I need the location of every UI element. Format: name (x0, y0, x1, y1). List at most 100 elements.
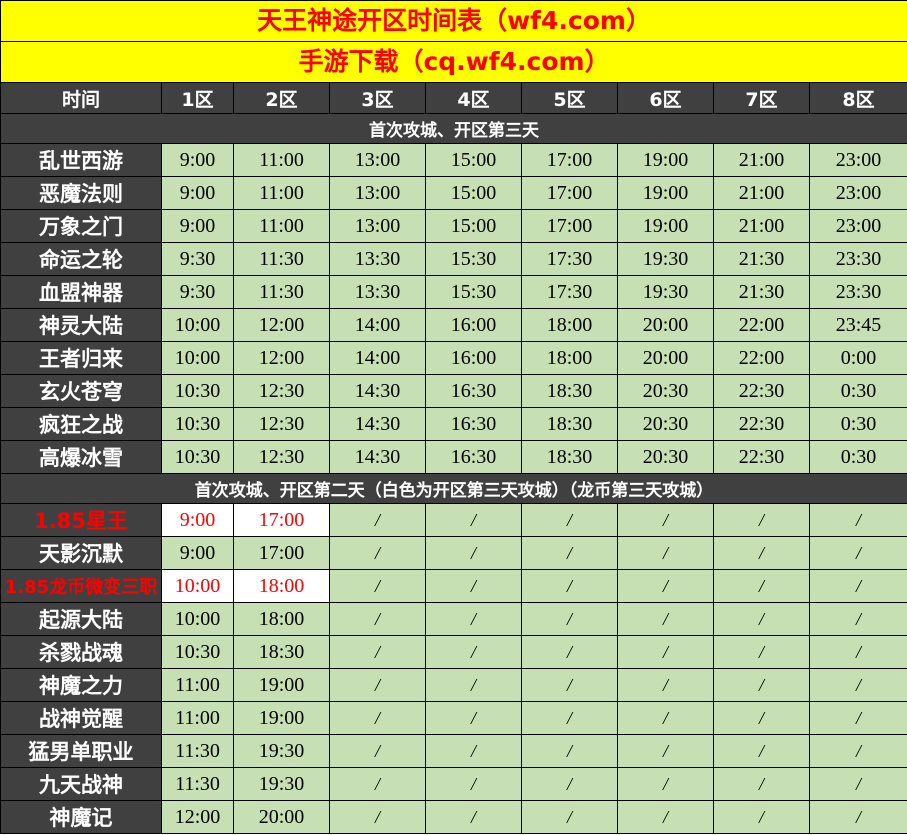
time-cell: 20:30 (617, 407, 714, 441)
time-cell: 12:00 (161, 800, 234, 834)
time-cell: / (617, 503, 714, 537)
time-cell: / (713, 635, 810, 669)
time-cell: 11:30 (161, 734, 234, 768)
time-cell: 0:30 (808, 407, 907, 441)
server-name: 高爆冰雪 (0, 440, 162, 474)
time-cell: 18:00 (233, 569, 330, 603)
time-cell: / (521, 536, 618, 570)
time-cell: / (617, 767, 714, 801)
time-cell: 11:00 (161, 701, 234, 735)
time-cell: / (329, 602, 426, 636)
time-cell: 12:30 (233, 407, 330, 441)
column-header-row: 时间 1区 2区 3区 4区 5区 6区 7区 8区 (0, 82, 907, 114)
time-cell: 11:00 (161, 668, 234, 702)
time-cell: / (329, 569, 426, 603)
time-cell: / (617, 635, 714, 669)
server-name: 玄火苍穹 (0, 374, 162, 408)
time-cell: 16:00 (425, 341, 522, 375)
time-cell: / (521, 701, 618, 735)
time-cell: / (329, 800, 426, 834)
time-cell: / (617, 800, 714, 834)
server-name: 王者归来 (0, 341, 162, 375)
time-cell: 23:30 (808, 275, 907, 309)
time-cell: / (329, 668, 426, 702)
server-name: 神魔之力 (0, 668, 162, 702)
time-cell: 19:00 (233, 701, 330, 735)
column-header: 6区 (617, 82, 714, 114)
time-cell: / (808, 635, 907, 669)
time-cell: 15:30 (425, 275, 522, 309)
time-cell: 19:30 (617, 275, 714, 309)
time-cell: / (521, 569, 618, 603)
time-cell: 22:00 (713, 341, 810, 375)
server-name: 血盟神器 (0, 275, 162, 309)
time-cell: 9:00 (161, 176, 234, 210)
time-cell: / (808, 767, 907, 801)
column-header: 1区 (161, 82, 234, 114)
time-cell: / (521, 668, 618, 702)
time-cell: 19:00 (617, 143, 714, 177)
table-row: 命运之轮 9:30 11:30 13:30 15:30 17:30 19:30 21:30 23… (0, 242, 907, 276)
time-cell: 14:30 (329, 374, 426, 408)
time-cell: 22:30 (713, 374, 810, 408)
time-cell: 15:00 (425, 143, 522, 177)
time-cell: / (713, 536, 810, 570)
column-header: 4区 (425, 82, 522, 114)
server-name: 起源大陆 (0, 602, 162, 636)
time-cell: / (329, 767, 426, 801)
time-cell: / (713, 668, 810, 702)
time-cell: / (425, 734, 522, 768)
time-cell: 13:00 (329, 143, 426, 177)
time-cell: 18:30 (521, 407, 618, 441)
time-cell: / (713, 800, 810, 834)
time-cell: 17:00 (233, 536, 330, 570)
time-cell: 0:30 (808, 440, 907, 474)
table-row: 神魔之力 11:00 19:00// / / / / (0, 668, 907, 702)
time-cell: 19:30 (617, 242, 714, 276)
time-cell: 14:30 (329, 440, 426, 474)
time-cell: / (808, 569, 907, 603)
time-cell: / (425, 569, 522, 603)
time-cell: 16:30 (425, 440, 522, 474)
table-row: 恶魔法则 9:00 11:00 13:00 15:00 17:00 19:00 21:00 23… (0, 176, 907, 210)
time-cell: 10:00 (161, 341, 234, 375)
time-cell: / (521, 767, 618, 801)
time-cell: 9:00 (161, 143, 234, 177)
table-row: 玄火苍穹 10:30 12:30 14:30 16:30 18:30 20:30 22:30 0… (0, 374, 907, 408)
time-cell: 21:00 (713, 209, 810, 243)
section-row: 首次攻城、开区第三天 (0, 113, 907, 144)
server-name: 九天战神 (0, 767, 162, 801)
time-cell: 12:00 (233, 341, 330, 375)
time-cell: 18:30 (521, 374, 618, 408)
title-line-1: 天王神途开区时间表（wf4.com） (0, 0, 907, 42)
column-header: 8区 (808, 82, 907, 114)
time-cell: / (521, 503, 618, 537)
time-cell: 13:30 (329, 242, 426, 276)
time-cell: / (808, 602, 907, 636)
time-cell: 10:00 (161, 602, 234, 636)
title-row: 天王神途开区时间表（wf4.com） (0, 0, 907, 42)
server-name: 猛男单职业 (0, 734, 162, 768)
time-cell: / (329, 536, 426, 570)
time-cell: / (713, 734, 810, 768)
time-cell: 17:00 (233, 503, 330, 537)
time-cell: 10:30 (161, 635, 234, 669)
table-row: 神魔记 12:00 20:00// / / / / (0, 800, 907, 834)
time-cell: / (617, 602, 714, 636)
time-cell: 11:00 (233, 176, 330, 210)
time-cell: 12:30 (233, 440, 330, 474)
time-cell: / (425, 701, 522, 735)
table-row: 神灵大陆 10:00 12:00 14:00 16:00 18:00 20:00 22:00 2… (0, 308, 907, 342)
time-cell: / (521, 635, 618, 669)
time-cell: 11:00 (233, 143, 330, 177)
time-cell: 23:45 (808, 308, 907, 342)
time-cell: 14:00 (329, 341, 426, 375)
time-cell: 16:30 (425, 374, 522, 408)
time-cell: 20:30 (617, 374, 714, 408)
time-cell: / (713, 503, 810, 537)
server-name: 战神觉醒 (0, 701, 162, 735)
time-cell: / (329, 734, 426, 768)
server-name: 神魔记 (0, 800, 162, 834)
time-cell: 15:00 (425, 209, 522, 243)
time-cell: 17:00 (521, 143, 618, 177)
